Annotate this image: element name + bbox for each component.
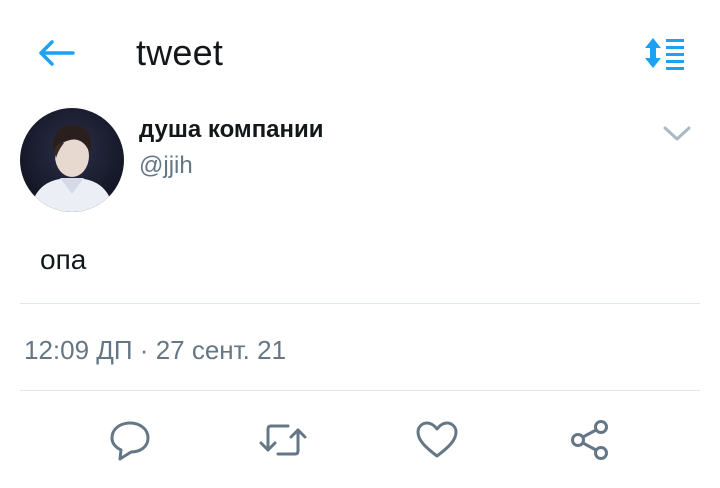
tweet-timestamp: 12:09 ДП · 27 сент. 21 bbox=[24, 335, 287, 365]
tweet-menu-button[interactable] bbox=[656, 116, 698, 152]
tweet-actions-bar bbox=[0, 412, 720, 468]
chevron-down-icon bbox=[663, 126, 691, 141]
profile-photo bbox=[20, 108, 124, 212]
sort-order-icon bbox=[645, 38, 684, 70]
author-display-name[interactable]: душа компании bbox=[139, 114, 324, 146]
speech-bubble-icon bbox=[110, 421, 150, 461]
author-handle[interactable]: @jjih bbox=[139, 150, 193, 182]
share-icon bbox=[571, 420, 608, 460]
app-header: tweet bbox=[0, 0, 720, 104]
heart-icon bbox=[416, 421, 458, 458]
sort-button[interactable] bbox=[640, 32, 692, 74]
divider bbox=[20, 303, 700, 304]
back-button[interactable] bbox=[34, 32, 80, 74]
tweet-text: опа bbox=[40, 244, 87, 275]
avatar[interactable] bbox=[20, 108, 124, 212]
retweet-button[interactable] bbox=[255, 412, 311, 468]
retweet-icon bbox=[259, 424, 307, 456]
arrow-left-icon bbox=[39, 40, 75, 66]
page-title: tweet bbox=[136, 32, 224, 73]
divider bbox=[20, 390, 700, 391]
share-button[interactable] bbox=[562, 412, 618, 468]
tweet-detail-screen: tweet душа компании @jjih опа 12:09 ДП ·… bbox=[0, 0, 720, 488]
reply-button[interactable] bbox=[102, 412, 158, 468]
like-button[interactable] bbox=[409, 412, 465, 468]
